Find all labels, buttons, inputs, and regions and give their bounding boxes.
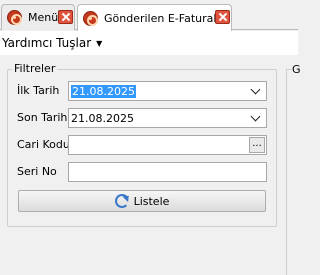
chevron-down-icon[interactable] xyxy=(250,112,262,124)
side-groupbox xyxy=(286,69,298,275)
menu-bar: Yardımcı Tuşlar ▼ xyxy=(0,31,298,55)
tab-gonderilen-efaturalar[interactable]: Gönderilen E-Faturalar xyxy=(77,4,232,31)
ilk-tarih-value: 21.08.2025 xyxy=(71,84,136,98)
tab-strip: Menü Gönderilen E-Faturalar xyxy=(0,0,298,31)
shortcuts-menu[interactable]: Yardımcı Tuşlar ▼ xyxy=(2,36,102,50)
cari-kodu-browse-button[interactable]: ... xyxy=(249,137,265,153)
seri-no-label: Seri No xyxy=(17,165,57,178)
shortcuts-menu-label: Yardımcı Tuşlar xyxy=(2,36,92,50)
son-tarih-label: Son Tarih xyxy=(17,111,68,124)
chevron-down-icon: ▼ xyxy=(96,38,103,48)
ilk-tarih-label: İlk Tarih xyxy=(17,84,60,97)
filter-group-title: Filtreler xyxy=(12,62,58,75)
ilk-tarih-datepicker[interactable]: 21.08.2025 xyxy=(68,81,267,101)
chevron-down-icon[interactable] xyxy=(250,85,262,97)
main-content: Filtreler İlk Tarih 21.08.2025 Son Tarih… xyxy=(0,55,298,275)
menu-app-icon xyxy=(7,10,22,25)
cari-kodu-label: Cari Kodu xyxy=(17,138,70,151)
son-tarih-value: 21.08.2025 xyxy=(71,111,134,125)
close-icon[interactable] xyxy=(58,10,73,24)
efatura-app-icon xyxy=(83,10,98,26)
tab-menu-label: Menü xyxy=(28,11,59,24)
son-tarih-datepicker[interactable]: 21.08.2025 xyxy=(68,108,267,128)
seri-no-input[interactable] xyxy=(68,162,267,182)
listele-button[interactable]: Listele xyxy=(18,190,266,212)
cari-kodu-input[interactable]: ... xyxy=(68,135,267,155)
listele-button-label: Listele xyxy=(133,194,170,208)
tab-menu[interactable]: Menü xyxy=(1,4,75,30)
side-groupbox-title: G xyxy=(292,63,301,76)
tab-gonderilen-label: Gönderilen E-Faturalar xyxy=(104,11,228,25)
refresh-icon xyxy=(114,194,129,208)
close-icon[interactable] xyxy=(215,10,230,24)
